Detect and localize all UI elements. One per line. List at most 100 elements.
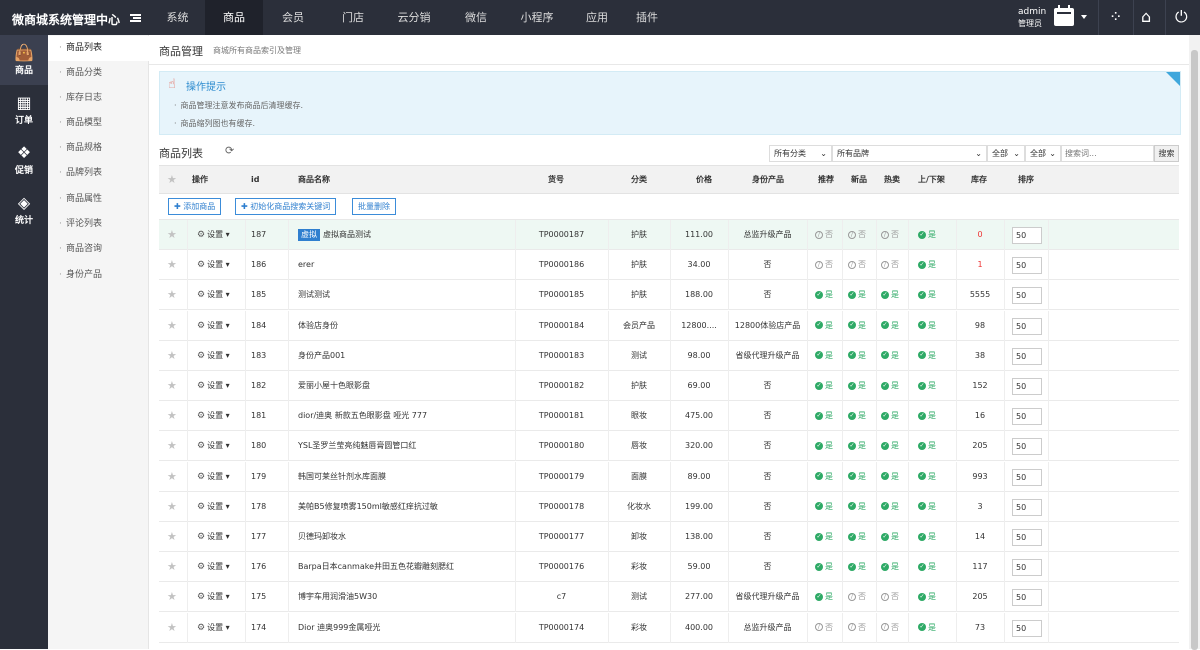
goods-stock[interactable]: 0 xyxy=(956,220,1004,250)
star-icon[interactable]: ★ xyxy=(167,220,177,250)
column-header[interactable]: 库存 xyxy=(971,165,987,194)
sort-input[interactable] xyxy=(1012,227,1042,244)
recommend-toggle[interactable]: ✓ 是 xyxy=(815,280,833,310)
recommend-toggle[interactable]: ✓ 是 xyxy=(815,522,833,552)
new-toggle[interactable]: ✓ 是 xyxy=(848,311,866,341)
star-icon[interactable]: ★ xyxy=(167,462,177,492)
hot-toggle[interactable]: / 否 xyxy=(881,582,899,612)
star-icon[interactable]: ★ xyxy=(167,613,177,643)
subnav-spec[interactable]: 商品规格 xyxy=(48,136,149,161)
new-toggle[interactable]: / 否 xyxy=(848,220,866,250)
nav-plugins[interactable]: 插件 xyxy=(627,0,667,35)
settings-dropdown[interactable]: ⚙ 设置 ▾ xyxy=(197,522,230,552)
goods-price[interactable]: 475.00 xyxy=(670,401,728,431)
subnav-comments[interactable]: 评论列表 xyxy=(48,212,149,237)
recommend-toggle[interactable]: / 否 xyxy=(815,220,833,250)
nav-stores[interactable]: 门店 xyxy=(323,0,383,35)
subnav-identity[interactable]: 身份产品 xyxy=(48,263,149,288)
hot-toggle[interactable]: ✓ 是 xyxy=(881,280,899,310)
settings-dropdown[interactable]: ⚙ 设置 ▾ xyxy=(197,371,230,401)
hot-toggle[interactable]: ✓ 是 xyxy=(881,492,899,522)
hot-toggle[interactable]: ✓ 是 xyxy=(881,431,899,461)
sort-input[interactable] xyxy=(1012,529,1042,546)
hot-toggle[interactable]: / 否 xyxy=(881,613,899,643)
goods-name[interactable]: 美帕B5修复喷雾150ml敏感红痒抗过敏 xyxy=(298,492,512,522)
menu-toggle-icon[interactable] xyxy=(130,14,141,22)
settings-dropdown[interactable]: ⚙ 设置 ▾ xyxy=(197,280,230,310)
column-header[interactable]: 分类 xyxy=(631,165,647,194)
recommend-toggle[interactable]: ✓ 是 xyxy=(815,371,833,401)
hot-toggle[interactable]: ✓ 是 xyxy=(881,311,899,341)
new-toggle[interactable]: ✓ 是 xyxy=(848,522,866,552)
settings-dropdown[interactable]: ⚙ 设置 ▾ xyxy=(197,492,230,522)
sort-input[interactable] xyxy=(1012,408,1042,426)
recommend-toggle[interactable]: ✓ 是 xyxy=(815,462,833,492)
sort-input[interactable] xyxy=(1012,347,1042,365)
sort-input[interactable] xyxy=(1012,438,1042,456)
star-icon[interactable]: ★ xyxy=(167,431,177,461)
subnav-stock-log[interactable]: 库存日志 xyxy=(48,86,149,111)
goods-stock[interactable]: 117 xyxy=(956,552,1004,582)
settings-dropdown[interactable]: ⚙ 设置 ▾ xyxy=(197,613,230,643)
nav-apps[interactable]: 应用 xyxy=(567,0,627,35)
goods-name[interactable]: 爱丽小屋十色眼影盘 xyxy=(298,371,512,401)
goods-price[interactable]: 138.00 xyxy=(670,522,728,552)
recommend-toggle[interactable]: ✓ 是 xyxy=(815,341,833,371)
filter-select-3[interactable]: 全部 ⌄ xyxy=(987,145,1025,162)
sort-input[interactable] xyxy=(1012,378,1042,395)
add-goods-button[interactable]: ✚ 添加商品 xyxy=(168,198,222,215)
settings-dropdown[interactable]: ⚙ 设置 ▾ xyxy=(197,250,230,280)
chevron-down-icon[interactable] xyxy=(1081,15,1087,19)
new-toggle[interactable]: / 否 xyxy=(848,582,866,612)
settings-dropdown[interactable]: ⚙ 设置 ▾ xyxy=(197,341,230,371)
hot-toggle[interactable]: ✓ 是 xyxy=(881,522,899,552)
star-icon[interactable]: ★ xyxy=(167,371,177,401)
subnav-goods-list[interactable]: 商品列表 xyxy=(48,36,149,61)
onsale-toggle[interactable]: ✓ 是 xyxy=(918,280,936,310)
collapse-corner-icon[interactable] xyxy=(1166,72,1180,86)
hot-toggle[interactable]: / 否 xyxy=(881,220,899,250)
hot-toggle[interactable]: ✓ 是 xyxy=(881,401,899,431)
star-icon[interactable]: ★ xyxy=(167,250,177,280)
column-header[interactable]: 推荐 xyxy=(818,165,834,194)
star-icon[interactable]: ★ xyxy=(167,165,177,194)
onsale-toggle[interactable]: ✓ 是 xyxy=(918,250,936,280)
goods-stock[interactable]: 205 xyxy=(956,431,1004,461)
goods-price[interactable]: 199.00 xyxy=(670,492,728,522)
settings-dropdown[interactable]: ⚙ 设置 ▾ xyxy=(197,552,230,582)
goods-price[interactable]: 69.00 xyxy=(670,371,728,401)
onsale-toggle[interactable]: ✓ 是 xyxy=(918,401,936,431)
goods-stock[interactable]: 73 xyxy=(956,613,1004,643)
goods-name[interactable]: 身份产品001 xyxy=(298,341,512,371)
scrollbar-thumb[interactable] xyxy=(1191,50,1198,650)
onsale-toggle[interactable]: ✓ 是 xyxy=(918,431,936,461)
new-toggle[interactable]: ✓ 是 xyxy=(848,341,866,371)
new-toggle[interactable]: ✓ 是 xyxy=(848,462,866,492)
settings-dropdown[interactable]: ⚙ 设置 ▾ xyxy=(197,220,230,250)
new-toggle[interactable]: ✓ 是 xyxy=(848,401,866,431)
star-icon[interactable]: ★ xyxy=(167,311,177,341)
column-header[interactable]: 新品 xyxy=(851,165,867,194)
goods-price[interactable]: 12800.... xyxy=(670,311,728,341)
sort-input[interactable] xyxy=(1012,287,1042,305)
goods-name[interactable]: 韩国可莱丝针剂水库面膜 xyxy=(298,462,512,492)
goods-price[interactable]: 98.00 xyxy=(670,341,728,371)
goods-stock[interactable]: 5555 xyxy=(956,280,1004,310)
star-icon[interactable]: ★ xyxy=(167,492,177,522)
hot-toggle[interactable]: ✓ 是 xyxy=(881,462,899,492)
recommend-toggle[interactable]: ✓ 是 xyxy=(815,492,833,522)
star-icon[interactable]: ★ xyxy=(167,280,177,310)
goods-stock[interactable]: 38 xyxy=(956,341,1004,371)
hot-toggle[interactable]: ✓ 是 xyxy=(881,371,899,401)
goods-stock[interactable]: 993 xyxy=(956,462,1004,492)
recommend-toggle[interactable]: / 否 xyxy=(815,250,833,280)
onsale-toggle[interactable]: ✓ 是 xyxy=(918,462,936,492)
onsale-toggle[interactable]: ✓ 是 xyxy=(918,311,936,341)
subnav-attribute[interactable]: 商品属性 xyxy=(48,187,149,212)
settings-dropdown[interactable]: ⚙ 设置 ▾ xyxy=(197,431,230,461)
star-icon[interactable]: ★ xyxy=(167,401,177,431)
onsale-toggle[interactable]: ✓ 是 xyxy=(918,613,936,643)
column-header[interactable]: 商品名称 xyxy=(298,165,330,194)
goods-stock[interactable]: 3 xyxy=(956,492,1004,522)
new-toggle[interactable]: ✓ 是 xyxy=(848,280,866,310)
